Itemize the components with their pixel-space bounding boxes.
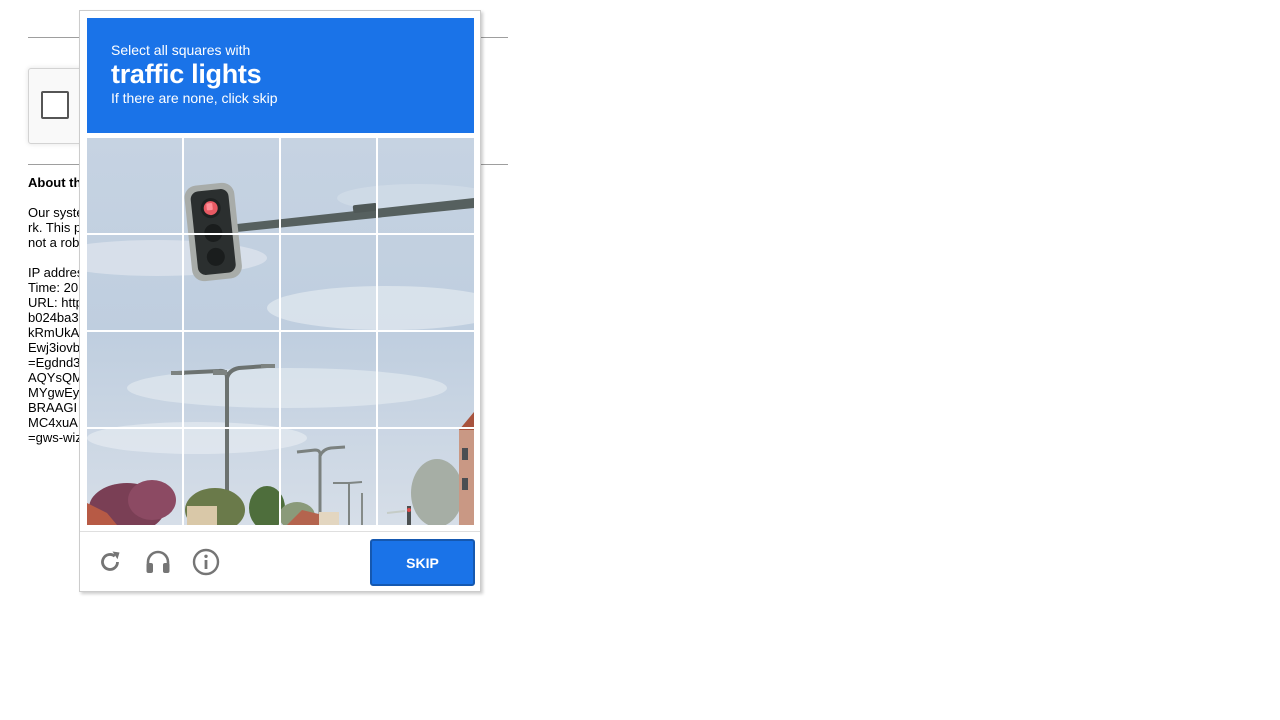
request-details: IP addres Time: 20 URL: http b024ba3 kRm…	[28, 265, 84, 445]
target-object-text: traffic lights	[111, 59, 262, 89]
grid-tile[interactable]	[184, 332, 279, 427]
explanation-paragraph: Our syste rk. This p not a rob	[28, 205, 84, 250]
grid-tile[interactable]	[87, 138, 182, 233]
reload-icon[interactable]	[95, 547, 125, 577]
captcha-challenge-popup: Select all squares with traffic lights I…	[79, 10, 481, 592]
recaptcha-checkbox[interactable]	[41, 91, 69, 119]
grid-tile[interactable]	[281, 332, 376, 427]
instruction-text: Select all squares with	[111, 42, 251, 58]
grid-tile[interactable]	[87, 332, 182, 427]
grid-tile[interactable]	[184, 429, 279, 525]
grid-tile[interactable]	[281, 235, 376, 330]
grid-tile[interactable]	[281, 429, 376, 525]
grid-tile[interactable]	[378, 138, 474, 233]
hint-text: If there are none, click skip	[111, 90, 278, 106]
grid-divider	[87, 330, 474, 332]
image-grid	[87, 138, 474, 525]
headphones-icon[interactable]	[143, 547, 173, 577]
challenge-footer: SKIP	[80, 531, 480, 591]
grid-tile[interactable]	[184, 138, 279, 233]
grid-tile[interactable]	[378, 332, 474, 427]
about-heading: About th	[28, 175, 82, 190]
grid-tile[interactable]	[87, 235, 182, 330]
info-icon[interactable]	[191, 547, 221, 577]
grid-tile[interactable]	[378, 429, 474, 525]
skip-button[interactable]: SKIP	[370, 539, 475, 586]
grid-tile[interactable]	[281, 138, 376, 233]
grid-tile[interactable]	[87, 429, 182, 525]
challenge-header: Select all squares with traffic lights I…	[87, 18, 474, 133]
grid-divider	[87, 427, 474, 429]
grid-divider	[87, 233, 474, 235]
grid-tile[interactable]	[378, 235, 474, 330]
grid-tile[interactable]	[184, 235, 279, 330]
